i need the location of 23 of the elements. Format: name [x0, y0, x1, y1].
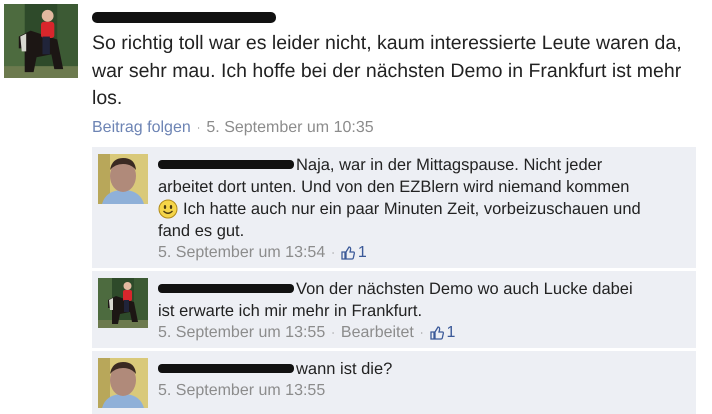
separator-dot: ·: [196, 122, 202, 134]
comment-text: fand es gut.: [158, 220, 244, 242]
timestamp: 5. September um 10:35: [206, 118, 374, 136]
comment-text: Naja, war in der Mittagspause. Nicht jeder: [296, 154, 602, 176]
timestamp: 5. September um 13:54: [158, 244, 326, 262]
timestamp: Bearbeitet: [340, 324, 414, 342]
follow-post-link[interactable]: Beitrag folgen: [92, 118, 191, 136]
comment-text: wann ist die?: [296, 358, 392, 380]
timestamp: 5. September um 13:55: [158, 324, 326, 342]
separator-dot: ·: [330, 246, 336, 258]
like-count[interactable]: 1: [430, 324, 456, 342]
thumbs-up-icon: [430, 326, 444, 340]
timestamp: 5. September um 13:55: [158, 382, 326, 400]
comment-text: arbeitet dort unten. Und von den EZBlern wird niemand kommen: [158, 176, 630, 198]
post-text: So richtig toll war es leider nicht, kaum interessierte Leute waren da, war sehr mau. Ich hoffe bei der nächsten Demo in Frankfurt ist mehr los.: [92, 31, 683, 111]
separator-dot: ·: [330, 326, 336, 338]
comment-text: Von der nächsten Demo wo auch Lucke dabei: [296, 278, 633, 300]
thumbs-up-icon: [340, 246, 355, 260]
like-count[interactable]: 1: [340, 244, 367, 262]
comment-text: ist erwarte ich mir mehr in Frankfurt.: [158, 300, 422, 322]
separator-dot: ·: [418, 326, 424, 338]
smiley-icon: [158, 198, 178, 218]
comment-text: Ich hatte auch nur ein paar Minuten Zeit, vorbeizuschauen und: [183, 198, 641, 220]
